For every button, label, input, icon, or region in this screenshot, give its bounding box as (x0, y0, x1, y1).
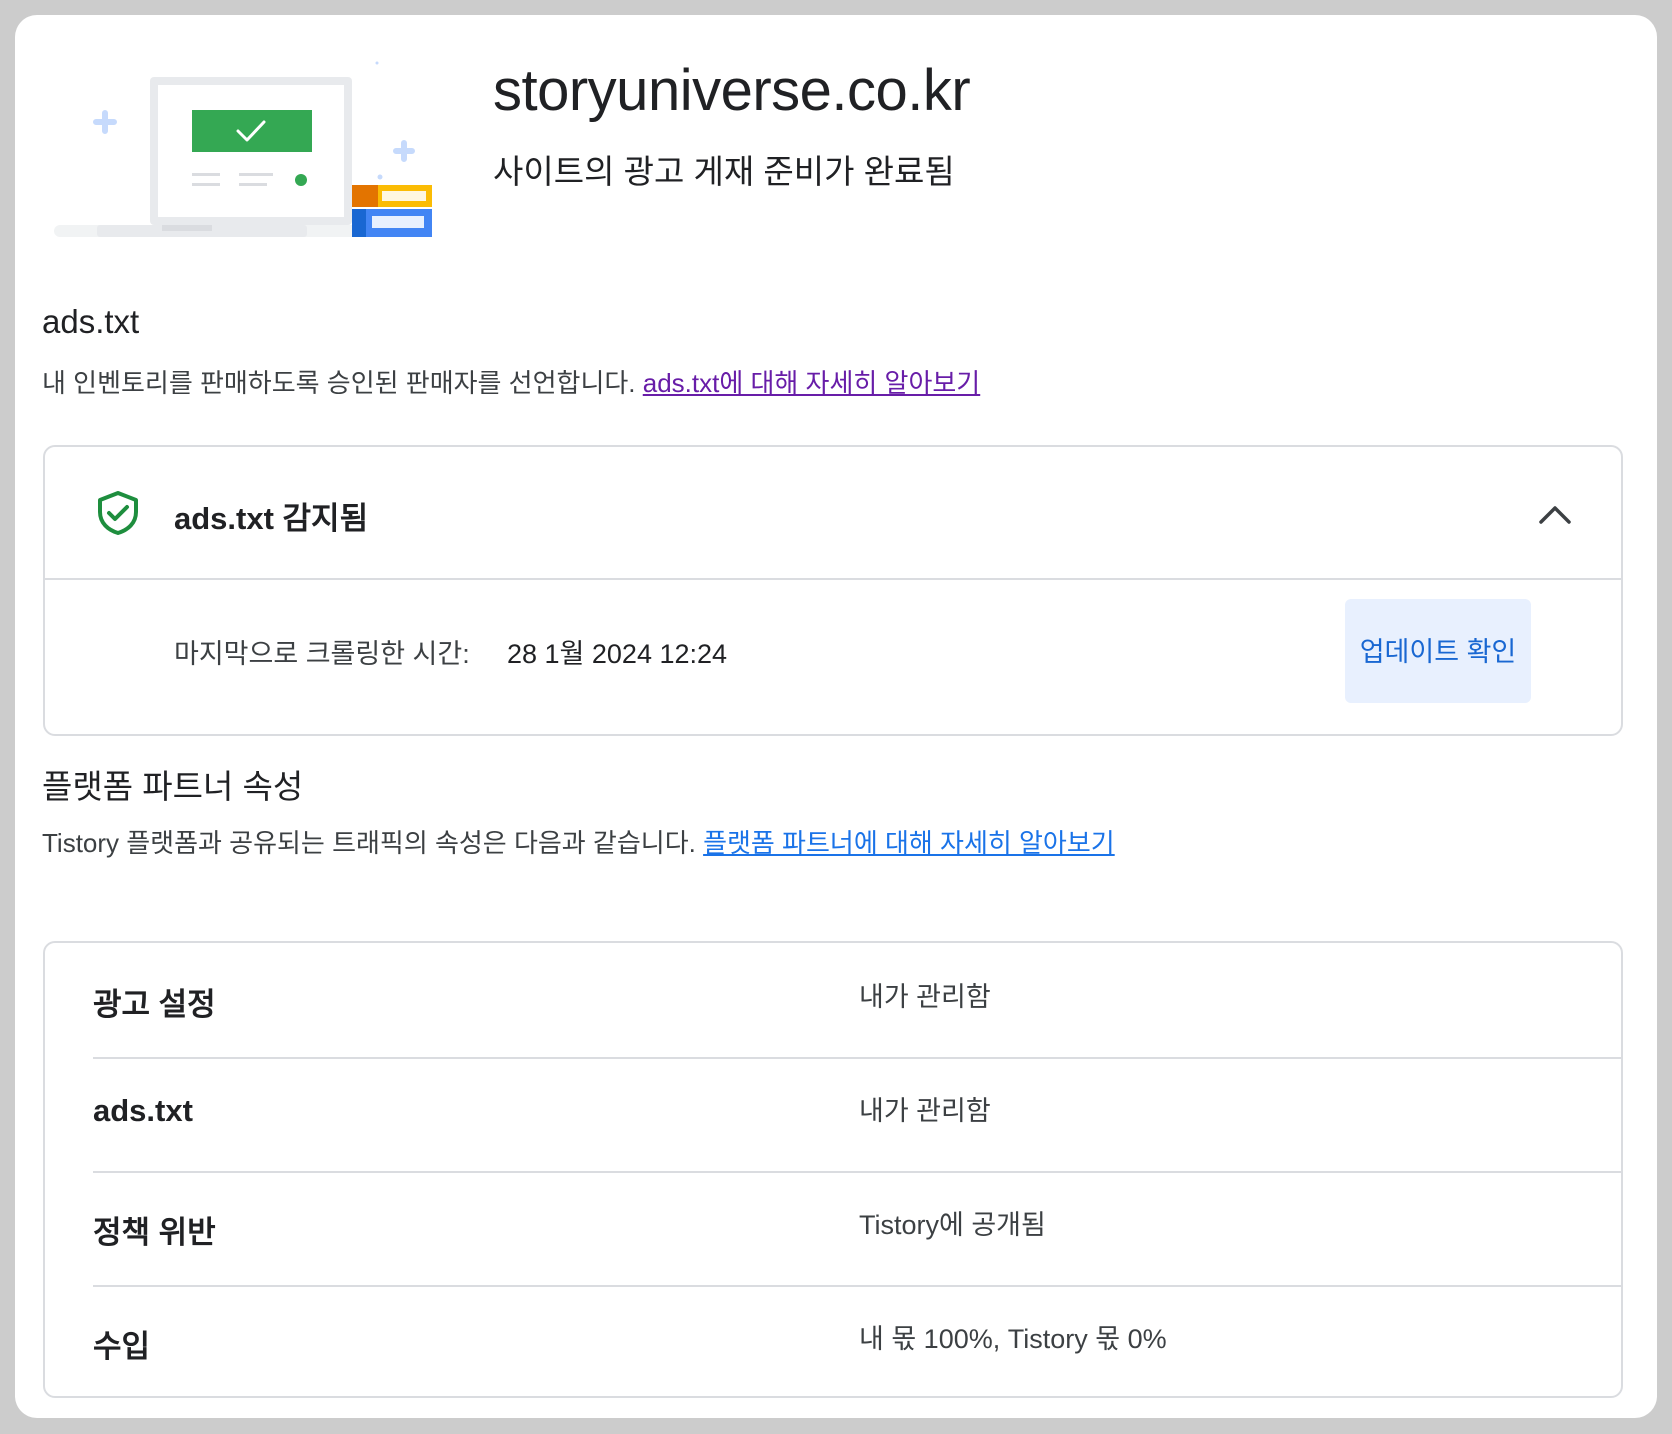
ads-txt-panel-header[interactable]: ads.txt 감지됨 (45, 447, 1621, 580)
ads-txt-description: 내 인벤토리를 판매하도록 승인된 판매자를 선언합니다. ads.txt에 대… (42, 363, 980, 400)
table-row: 정책 위반 Tistory에 공개됨 (93, 1171, 1623, 1287)
ads-txt-status-panel: ads.txt 감지됨 마지막으로 크롤링한 시간: 28 1월 2024 12… (43, 445, 1623, 736)
ads-txt-learn-more-link[interactable]: ads.txt에 대해 자세히 알아보기 (643, 368, 980, 398)
property-label: 정책 위반 (93, 1215, 216, 1250)
platform-partner-learn-more-link[interactable]: 플랫폼 파트너에 대해 자세히 알아보기 (703, 828, 1115, 858)
last-crawled-label: 마지막으로 크롤링한 시간: (174, 639, 470, 669)
ads-txt-detected-title: ads.txt 감지됨 (174, 501, 369, 536)
property-label: 수입 (93, 1329, 151, 1364)
check-update-button[interactable]: 업데이트 확인 (1345, 599, 1531, 703)
site-status-text: 사이트의 광고 게재 준비가 완료됨 (493, 153, 955, 190)
property-label: 광고 설정 (93, 987, 216, 1022)
last-crawled-value: 28 1월 2024 12:24 (507, 639, 728, 669)
property-value: 내가 관리함 (859, 1096, 991, 1126)
site-status-card: storyuniverse.co.kr 사이트의 광고 게재 준비가 완료됨 a… (15, 15, 1657, 1418)
chevron-up-icon[interactable] (1531, 491, 1579, 539)
table-row: 광고 설정 내가 관리함 (93, 943, 1623, 1059)
shield-check-icon (98, 491, 138, 535)
property-label: ads.txt (93, 1093, 193, 1128)
table-row: 수입 내 몫 100%, Tistory 몫 0% (93, 1285, 1623, 1399)
laptop-check-illustration (54, 61, 432, 237)
ads-txt-heading: ads.txt (42, 303, 140, 340)
property-value: 내가 관리함 (859, 982, 991, 1012)
platform-partner-properties-table: 광고 설정 내가 관리함 ads.txt 내가 관리함 정책 위반 Tistor… (43, 941, 1623, 1398)
ads-txt-description-text: 내 인벤토리를 판매하도록 승인된 판매자를 선언합니다. (42, 368, 636, 398)
table-row: ads.txt 내가 관리함 (93, 1057, 1623, 1173)
platform-partner-description: Tistory 플랫폼과 공유되는 트래픽의 속성은 다음과 같습니다. 플랫폼… (42, 823, 1115, 860)
property-value: Tistory에 공개됨 (859, 1210, 1046, 1240)
platform-partner-description-text: Tistory 플랫폼과 공유되는 트래픽의 속성은 다음과 같습니다. (42, 828, 696, 858)
site-domain-title: storyuniverse.co.kr (493, 58, 971, 123)
platform-partner-heading: 플랫폼 파트너 속성 (42, 768, 304, 805)
property-value: 내 몫 100%, Tistory 몫 0% (859, 1324, 1167, 1354)
